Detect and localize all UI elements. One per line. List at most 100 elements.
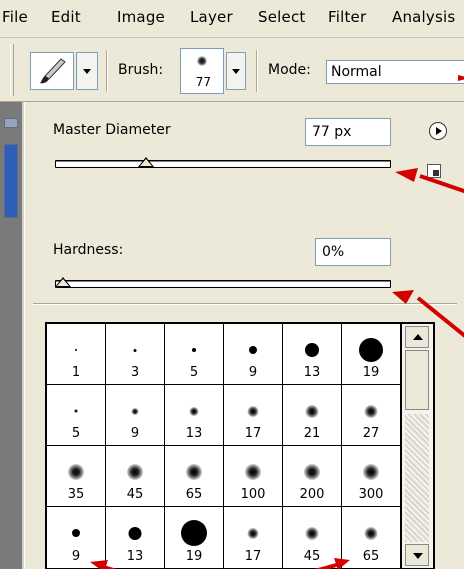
brush-size-label: 3 [130,365,140,380]
mode-select-value: Normal [331,64,382,80]
brush-preset-cell[interactable]: 300 [342,446,401,507]
scroll-thumb[interactable] [405,350,429,410]
menu-analysis[interactable]: Analysis [392,8,455,26]
panel-menu-arrow-icon[interactable] [429,122,447,140]
brush-preset-cell[interactable]: 65 [165,446,224,507]
master-diameter-track [55,160,391,168]
brush-size-label: 9 [130,426,140,441]
brush-preset-cell[interactable]: 5 [165,324,224,385]
hard-brush-tip-icon [305,343,319,357]
brush-size-label: 17 [244,549,262,564]
brush-size-label: 200 [299,487,325,502]
soft-brush-tip-icon [304,464,320,480]
brush-size-label: 45 [303,549,321,564]
master-diameter-thumb[interactable] [138,157,155,167]
brush-picker-dropdown-button[interactable] [226,52,246,90]
soft-brush-tip-icon [131,407,139,415]
brush-preset-cell[interactable]: 65 [342,507,401,568]
brush-preset-cell[interactable]: 5 [47,385,106,446]
brush-size-label: 65 [185,487,203,502]
brush-tip-icon [197,56,207,66]
brush-preset-grid: 1 3 5 9 13 19 5 9 13 17 21 27 35 45 65 100 200 300 9 13 19 17… [47,324,401,568]
brush-preset-cell[interactable]: 1 [47,324,106,385]
options-bar-grip[interactable] [10,44,14,96]
menu-filter[interactable]: Filter [328,8,366,26]
soft-brush-tip-icon [364,526,378,540]
menu-select[interactable]: Select [258,8,305,26]
save-preset-icon[interactable] [427,164,441,178]
brush-size-label: 5 [189,365,199,380]
soft-brush-tip-icon [363,464,379,480]
brush-size-label: 45 [126,487,144,502]
brush-preset-cell[interactable]: 27 [342,385,401,446]
master-diameter-value: 77 px [312,124,352,140]
menu-bar: File Edit Image Layer Select Filter Anal… [0,0,464,38]
menu-file[interactable]: File [2,8,28,26]
brush-preset-cell[interactable]: 45 [106,446,165,507]
brush-size-value: 77 [195,75,211,89]
scroll-down-button[interactable] [405,544,429,566]
brush-size-label: 21 [303,426,321,441]
master-diameter-input[interactable]: 77 px [305,118,391,146]
brush-preset-cell[interactable]: 13 [283,324,342,385]
brush-preset-cell[interactable]: 19 [342,324,401,385]
soft-brush-tip-icon [245,464,261,480]
brush-preset-cell[interactable]: 45 [283,507,342,568]
brush-preset-cell[interactable]: 17 [224,385,283,446]
brush-size-label: 19 [185,549,203,564]
hardness-input[interactable]: 0% [315,238,391,266]
hardness-track [55,280,391,288]
hard-brush-tip-icon [181,520,207,546]
brush-preset-picker-panel: Master Diameter 77 px Hardness: 0% 13591… [24,102,464,569]
brush-preset-cell[interactable]: 100 [224,446,283,507]
brush-preset-cell[interactable]: 35 [47,446,106,507]
brush-label: Brush: [118,62,164,78]
chevron-down-icon [83,69,91,74]
hard-brush-tip-icon [192,348,196,352]
menu-edit[interactable]: Edit [51,8,81,26]
menu-image[interactable]: Image [117,8,165,26]
brush-preset-cell[interactable]: 19 [165,507,224,568]
scroll-track[interactable] [405,414,429,542]
brush-size-label: 17 [244,426,262,441]
separator [106,50,108,92]
toolbox-tab[interactable] [4,144,18,218]
brush-preset-cell[interactable]: 17 [224,507,283,568]
brush-preset-cell[interactable]: 13 [165,385,224,446]
brush-preset-cell[interactable]: 200 [283,446,342,507]
hardness-thumb[interactable] [55,277,71,287]
brush-preset-cell[interactable]: 9 [106,385,165,446]
brush-size-label: 1 [71,365,81,380]
brush-size-label: 35 [67,487,85,502]
brush-list-scrollbar[interactable] [401,324,433,568]
brush-preset-cell[interactable]: 3 [106,324,165,385]
brush-size-label: 27 [362,426,380,441]
hardness-slider[interactable] [55,274,391,294]
soft-brush-tip-icon [74,409,78,413]
tool-preset-dropdown-button[interactable] [76,52,98,90]
brush-preset-cell[interactable]: 21 [283,385,342,446]
mode-select[interactable]: Normal [326,60,464,84]
soft-brush-tip-icon [186,464,202,480]
master-diameter-slider[interactable] [55,154,391,174]
hardness-value: 0% [322,244,345,260]
mode-label: Mode: [268,62,311,78]
toolbox-grip[interactable] [4,118,18,128]
brush-preview[interactable]: 77 [180,48,224,94]
brush-size-label: 5 [71,426,81,441]
hard-brush-tip-icon [72,529,80,537]
menu-layer[interactable]: Layer [190,8,233,26]
brush-preset-cell[interactable]: 9 [47,507,106,568]
brush-preset-cell[interactable]: 9 [224,324,283,385]
separator [256,50,258,92]
soft-brush-tip-icon [305,526,319,540]
hard-brush-tip-icon [133,348,137,352]
brush-size-label: 13 [126,549,144,564]
tool-preset-picker[interactable] [30,52,74,90]
soft-brush-tip-icon [247,527,259,539]
brush-preset-cell[interactable]: 13 [106,507,165,568]
scroll-up-button[interactable] [405,326,429,348]
brush-size-label: 9 [71,549,81,564]
toolbox-edge [0,102,22,569]
hard-brush-tip-icon [359,338,383,362]
